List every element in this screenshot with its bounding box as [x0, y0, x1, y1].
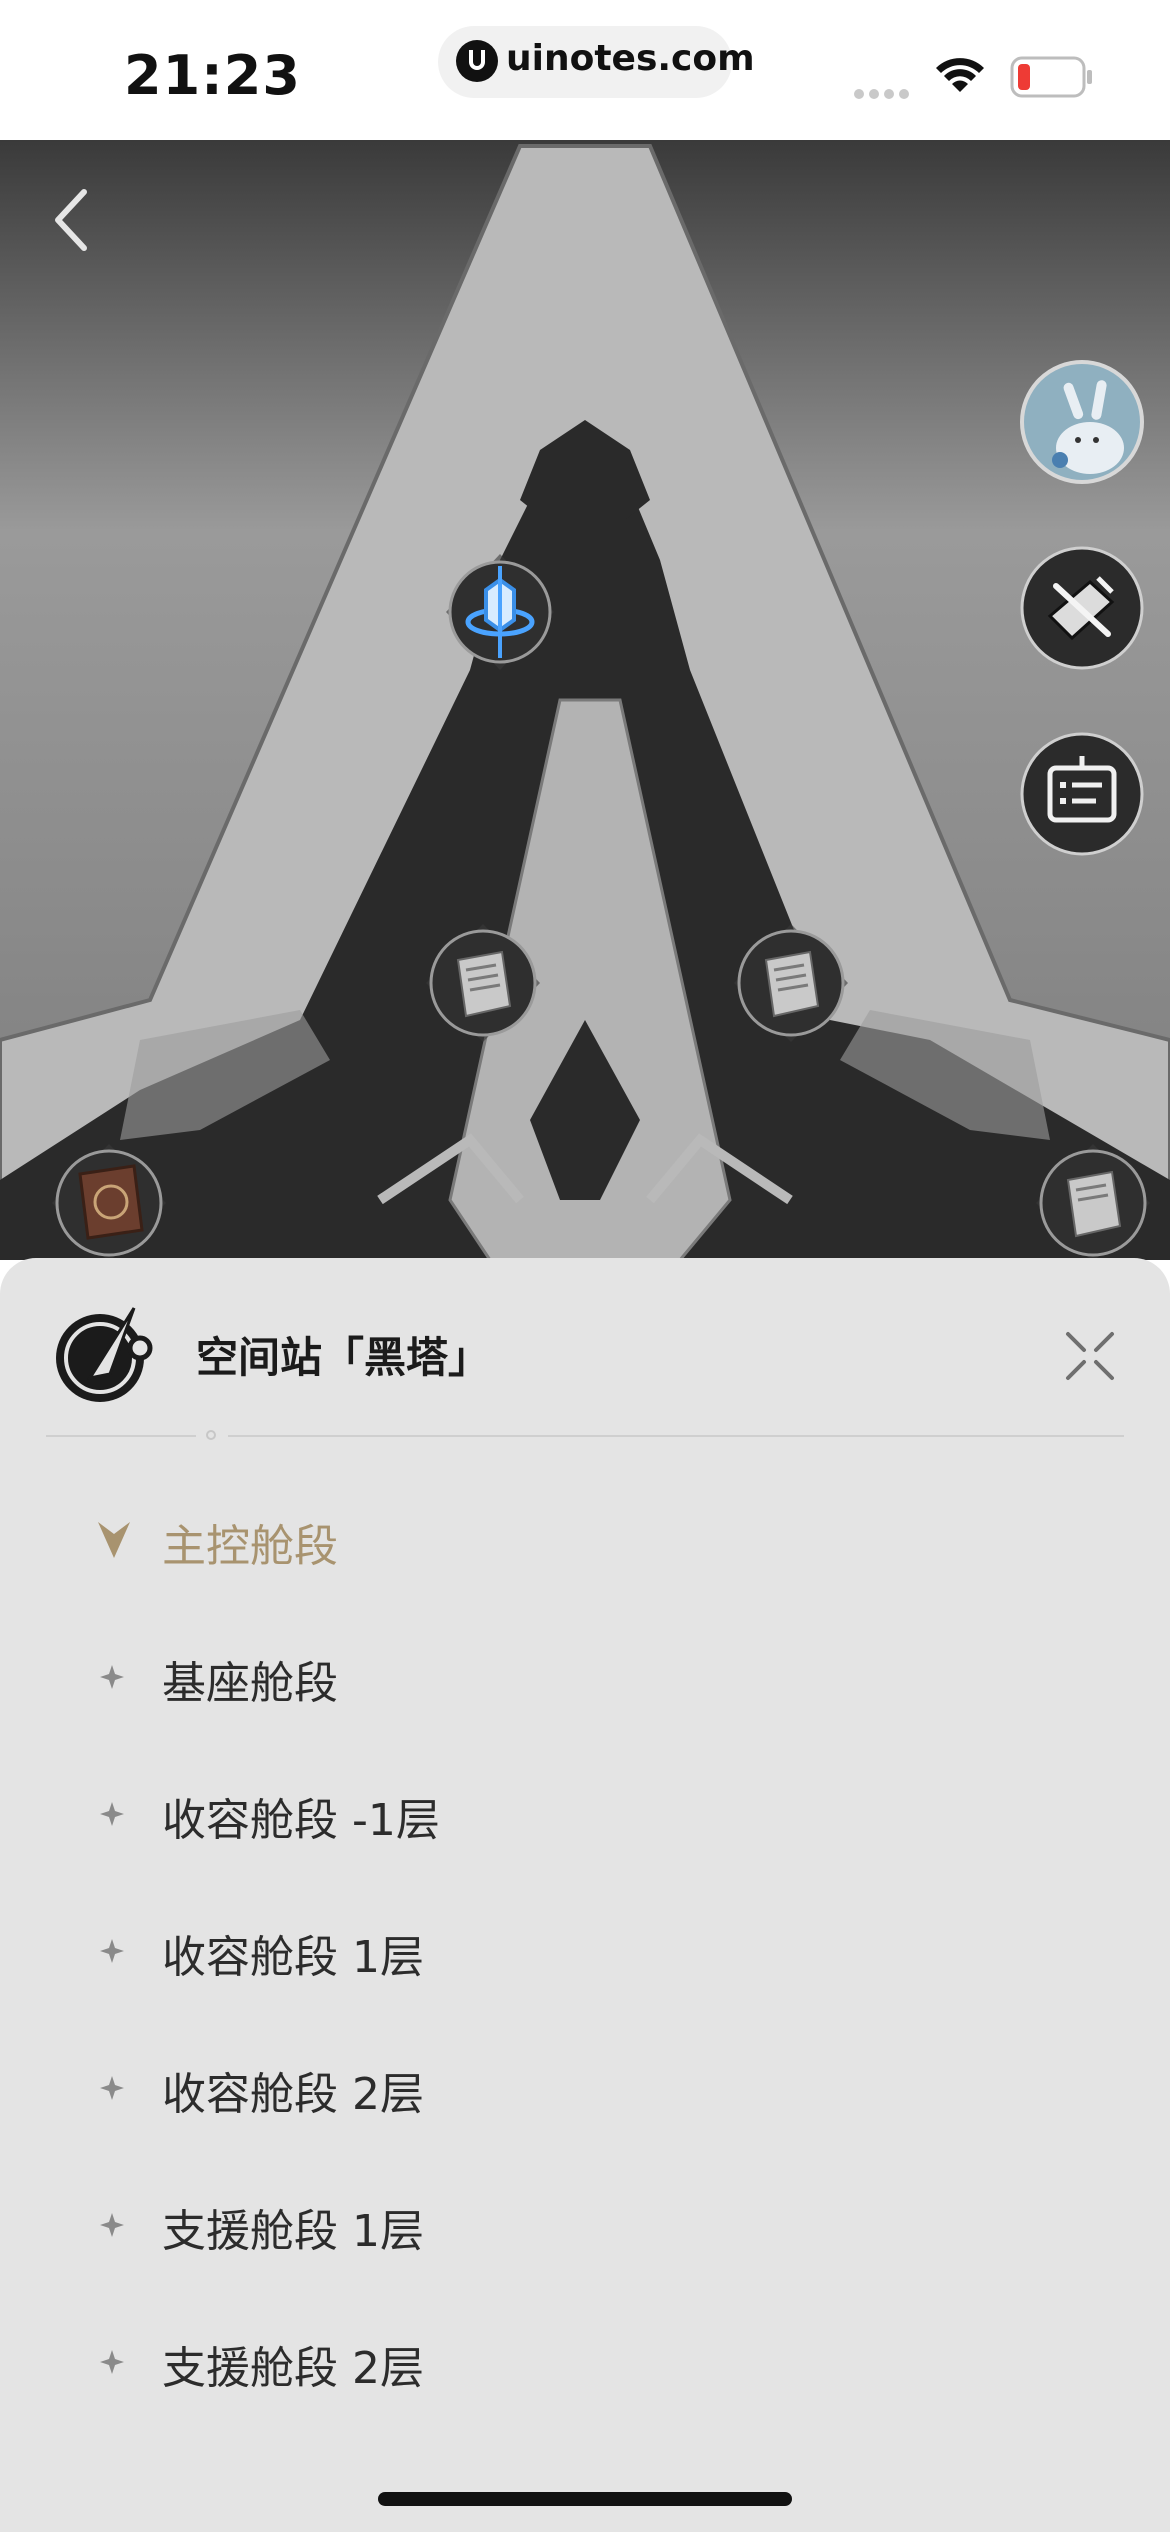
avatar-button[interactable]: [1020, 360, 1144, 484]
space-anchor-marker-icon[interactable]: [438, 550, 562, 674]
sheet-title: 空间站「黑塔」: [196, 1333, 491, 1382]
sheet-divider: [46, 1430, 1124, 1442]
map-view[interactable]: [0, 140, 1170, 1260]
status-bar: 21:23 uinotes.com: [0, 0, 1170, 140]
section-label: 基座舱段: [162, 1658, 338, 1709]
tome-marker-icon[interactable]: [46, 1140, 172, 1260]
book-sword-icon: [1020, 546, 1144, 670]
section-item-storage-f2[interactable]: 收容舱段 2层: [96, 2032, 996, 2142]
section-item-support-f1[interactable]: 支援舱段 1层: [96, 2169, 996, 2279]
section-item-main-control[interactable]: 主控舱段: [96, 1484, 996, 1594]
section-label: 主控舱段: [162, 1521, 338, 1572]
chevron-down-icon: [98, 1522, 130, 1558]
section-label: 收容舱段 -1层: [162, 1795, 440, 1846]
wifi-icon: [936, 58, 984, 92]
document-marker-edge-icon[interactable]: [1030, 1140, 1156, 1260]
back-chevron-icon[interactable]: [44, 180, 104, 260]
cellular-signal-icon: [854, 84, 916, 99]
section-item-storage-f1[interactable]: 收容舱段 1层: [96, 1895, 996, 2005]
section-label: 支援舱段 2层: [162, 2343, 424, 2394]
section-label: 收容舱段 1层: [162, 1932, 424, 1983]
star-bullet-icon: [100, 1665, 124, 1689]
url-text: uinotes.com: [506, 38, 755, 79]
section-item-support-f2[interactable]: 支援舱段 2层: [96, 2306, 996, 2416]
archive-book-button[interactable]: [1020, 546, 1144, 670]
star-bullet-icon: [100, 2350, 124, 2374]
notice-board-icon: [1020, 732, 1144, 856]
site-logo-icon: [456, 40, 498, 82]
section-label: 收容舱段 2层: [162, 2069, 424, 2120]
status-time: 21:23: [124, 44, 301, 107]
notice-board-button[interactable]: [1020, 732, 1144, 856]
space-station-map: [0, 140, 1170, 1260]
close-icon[interactable]: [1060, 1326, 1120, 1386]
section-label: 支援舱段 1层: [162, 2206, 424, 2257]
url-pill[interactable]: uinotes.com: [438, 26, 755, 98]
battery-icon: [1010, 56, 1092, 98]
location-sheet: 空间站「黑塔」 主控舱段 基座舱段 收容舱段 -1层 收容舱段 1层 收容舱段 …: [0, 1258, 1170, 2532]
home-indicator[interactable]: [378, 2492, 792, 2506]
star-bullet-icon: [100, 1802, 124, 1826]
section-item-storage-b1[interactable]: 收容舱段 -1层: [96, 1758, 996, 1868]
star-bullet-icon: [100, 2076, 124, 2100]
bunny-avatar-icon: [1020, 360, 1144, 484]
document-marker-right-icon[interactable]: [728, 920, 854, 1046]
section-item-base[interactable]: 基座舱段: [96, 1621, 996, 1731]
document-marker-left-icon[interactable]: [420, 920, 546, 1046]
star-bullet-icon: [100, 2213, 124, 2237]
star-bullet-icon: [100, 1939, 124, 1963]
compass-emblem-icon: [56, 1307, 153, 1402]
